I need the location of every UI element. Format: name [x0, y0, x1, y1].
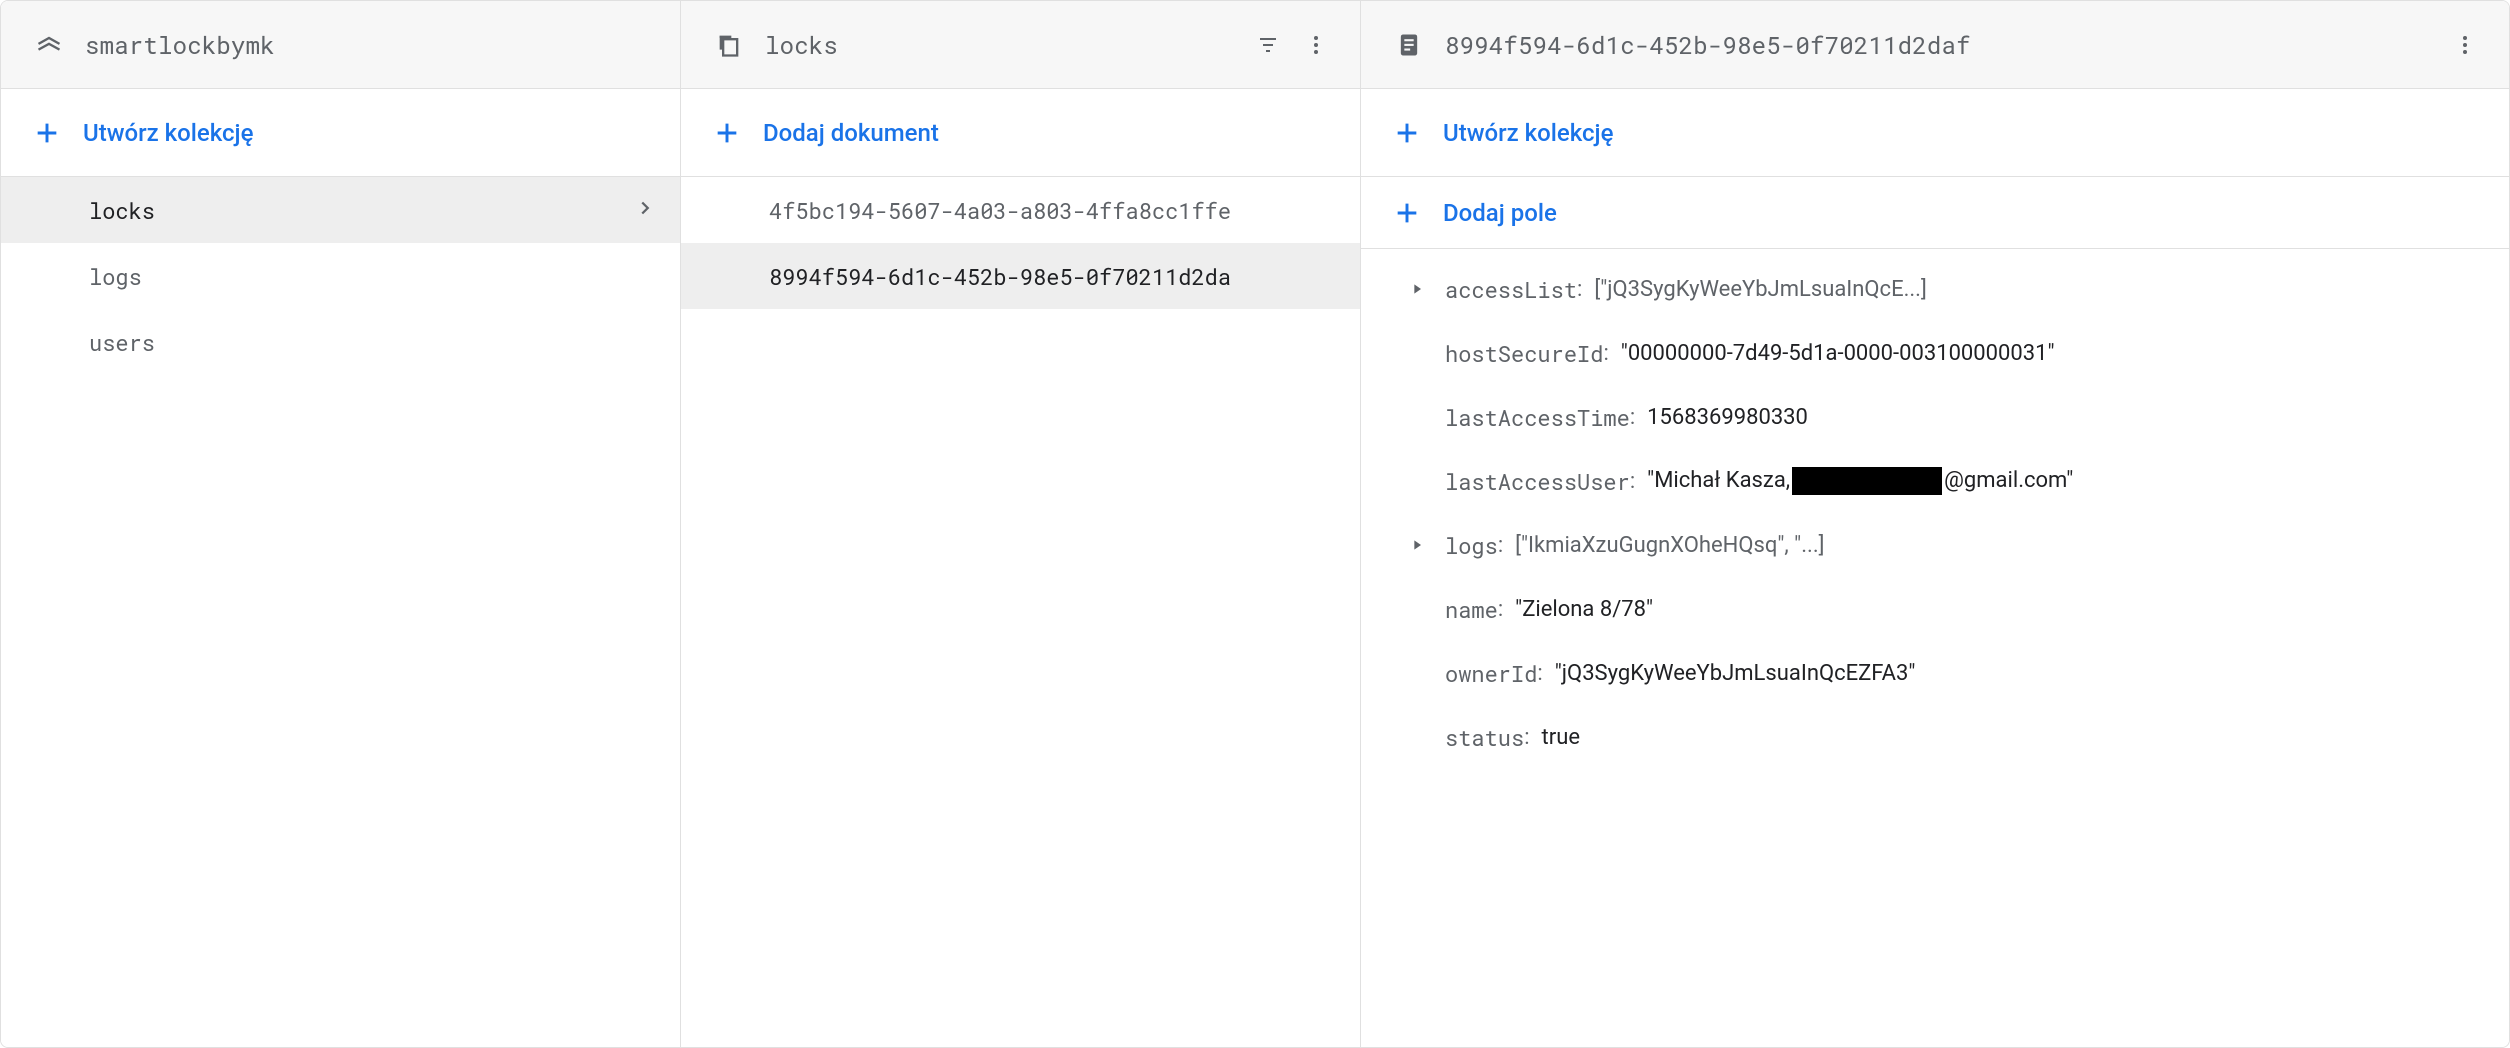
field-value: true: [1542, 725, 1580, 750]
document-item[interactable]: 4f5bc194-5607-4a03-a803-4ffa8cc1ffe: [681, 177, 1360, 243]
collection-name: locks: [89, 196, 155, 225]
add-field-button[interactable]: Dodaj pole: [1361, 177, 2509, 249]
project-title: smartlockbymk: [85, 29, 656, 61]
field-value: "Michał Kasza, @gmail.com": [1647, 467, 2073, 495]
create-collection-button[interactable]: Utwórz kolekcję: [1, 89, 680, 177]
create-subcollection-label: Utwórz kolekcję: [1443, 119, 1613, 147]
field-value-post: @gmail.com": [1944, 468, 2073, 493]
document-id: 8994f594-6d1c-452b-98e5-0f70211d2da: [769, 262, 1231, 291]
field-key: lastAccessTime: [1445, 403, 1630, 432]
documents-panel: locks Dodaj dokument: [681, 1, 1361, 1047]
add-field-label: Dodaj pole: [1443, 199, 1557, 227]
field-hostSecureId[interactable]: hostSecureId: "00000000-7d49-5d1a-0000-0…: [1361, 321, 2509, 385]
field-accessList[interactable]: accessList: ["jQ3SygKyWeeYbJmLsuaInQcE..…: [1361, 257, 2509, 321]
field-key: hostSecureId: [1445, 339, 1603, 368]
collections-panel-header: smartlockbymk: [1, 1, 680, 89]
plus-icon: [713, 119, 741, 147]
field-key: logs: [1445, 531, 1498, 560]
document-panel-header: 8994f594-6d1c-452b-98e5-0f70211d2daf: [1361, 1, 2509, 89]
collection-item-locks[interactable]: locks: [1, 177, 680, 243]
field-value: 1568369980330: [1647, 405, 1808, 430]
fields-list: accessList: ["jQ3SygKyWeeYbJmLsuaInQcE..…: [1361, 249, 2509, 1047]
collection-name: logs: [89, 262, 142, 291]
more-menu-button[interactable]: [1296, 25, 1336, 65]
field-value: ["jQ3SygKyWeeYbJmLsuaInQcE...]: [1594, 277, 1926, 302]
field-key: name: [1445, 595, 1498, 624]
field-key: accessList: [1445, 275, 1577, 304]
field-ownerId[interactable]: ownerId: "jQ3SygKyWeeYbJmLsuaInQcEZFA3": [1361, 641, 2509, 705]
field-status[interactable]: status: true: [1361, 705, 2509, 769]
firestore-data-viewer: smartlockbymk Utwórz kolekcję locks logs…: [0, 0, 2510, 1048]
add-document-button[interactable]: Dodaj dokument: [681, 89, 1360, 177]
document-item[interactable]: 8994f594-6d1c-452b-98e5-0f70211d2da: [681, 243, 1360, 309]
create-subcollection-button[interactable]: Utwórz kolekcję: [1361, 89, 2509, 177]
document-panel: 8994f594-6d1c-452b-98e5-0f70211d2daf Utw…: [1361, 1, 2509, 1047]
field-value: "Zielona 8/78": [1515, 597, 1653, 622]
expand-arrow-icon[interactable]: [1405, 277, 1429, 301]
document-icon: [1393, 29, 1425, 61]
field-lastAccessTime[interactable]: lastAccessTime: 1568369980330: [1361, 385, 2509, 449]
expand-arrow-icon[interactable]: [1405, 533, 1429, 557]
field-key: lastAccessUser: [1445, 467, 1630, 496]
filter-button[interactable]: [1248, 25, 1288, 65]
field-lastAccessUser[interactable]: lastAccessUser: "Michał Kasza,@gmail.com…: [1361, 449, 2509, 513]
field-value: "jQ3SygKyWeeYbJmLsuaInQcEZFA3": [1555, 661, 1916, 686]
more-menu-button[interactable]: [2445, 25, 2485, 65]
collection-item-logs[interactable]: logs: [1, 243, 680, 309]
plus-icon: [1393, 199, 1421, 227]
field-name[interactable]: name: "Zielona 8/78": [1361, 577, 2509, 641]
create-collection-label: Utwórz kolekcję: [83, 119, 253, 147]
home-icon: [33, 29, 65, 61]
collection-item-users[interactable]: users: [1, 309, 680, 375]
document-id: 4f5bc194-5607-4a03-a803-4ffa8cc1ffe: [769, 196, 1231, 225]
documents-list: 4f5bc194-5607-4a03-a803-4ffa8cc1ffe 8994…: [681, 177, 1360, 1047]
documents-panel-header: locks: [681, 1, 1360, 89]
collection-title: locks: [765, 29, 1248, 61]
field-value: ["IkmiaXzuGugnXOheHQsq", "...]: [1515, 533, 1824, 558]
chevron-right-icon: [634, 196, 656, 225]
collection-name: users: [89, 328, 155, 357]
redacted-block: [1792, 467, 1942, 495]
field-logs[interactable]: logs: ["IkmiaXzuGugnXOheHQsq", "...]: [1361, 513, 2509, 577]
collections-panel: smartlockbymk Utwórz kolekcję locks logs…: [1, 1, 681, 1047]
add-document-label: Dodaj dokument: [763, 119, 939, 147]
collection-icon: [713, 29, 745, 61]
field-key: status: [1445, 723, 1524, 752]
field-value: "00000000-7d49-5d1a-0000-003100000031": [1621, 341, 2055, 366]
field-value-pre: "Michał Kasza,: [1647, 468, 1790, 493]
plus-icon: [33, 119, 61, 147]
plus-icon: [1393, 119, 1421, 147]
document-title: 8994f594-6d1c-452b-98e5-0f70211d2daf: [1445, 29, 2445, 61]
collections-list: locks logs users: [1, 177, 680, 1047]
field-key: ownerId: [1445, 659, 1537, 688]
